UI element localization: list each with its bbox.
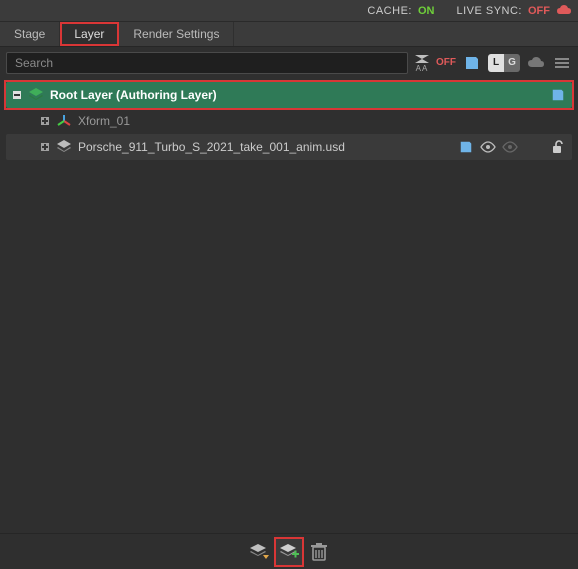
create-sublayer-button[interactable]: [276, 539, 302, 565]
layer-tree: Root Layer (Authoring Layer) Xform_01: [0, 78, 578, 533]
tree-item-porsche[interactable]: Porsche_911_Turbo_S_2021_take_001_anim.u…: [6, 134, 572, 160]
tab-render-settings[interactable]: Render Settings: [119, 22, 234, 46]
authoring-filter[interactable]: AA: [414, 53, 430, 73]
cache-status: ON: [418, 5, 435, 17]
tree-item-xform[interactable]: Xform_01: [6, 108, 572, 134]
tab-layer[interactable]: Layer: [60, 22, 119, 46]
save-icon[interactable]: [458, 139, 474, 155]
eye-dim-icon[interactable]: [502, 139, 518, 155]
status-bar: CACHE: ON LIVE SYNC: OFF: [0, 0, 578, 22]
xform-axis-icon: [56, 113, 72, 129]
bottom-toolbar: [0, 533, 578, 569]
xform-label: Xform_01: [78, 114, 130, 128]
expand-icon[interactable]: [40, 142, 50, 152]
collapse-icon[interactable]: [12, 90, 22, 100]
delete-layer-button[interactable]: [306, 539, 332, 565]
livesync-status: OFF: [528, 5, 550, 17]
livesync-label: LIVE SYNC:: [456, 5, 522, 17]
tree-empty-area: [6, 160, 572, 527]
save-icon[interactable]: [550, 87, 566, 103]
cloud-sync-icon[interactable]: [556, 5, 572, 17]
tab-bar: Stage Layer Render Settings: [0, 22, 578, 46]
search-input[interactable]: [6, 52, 408, 74]
layer-toolbar: AA OFF L G: [0, 46, 578, 78]
layers-icon: [28, 87, 44, 103]
lock-open-icon[interactable]: [550, 139, 566, 155]
cache-label: CACHE:: [367, 5, 412, 17]
cloud-icon[interactable]: [526, 53, 546, 73]
layers-icon: [56, 139, 72, 155]
options-menu-icon[interactable]: [552, 53, 572, 73]
tab-stage[interactable]: Stage: [0, 22, 60, 46]
import-layer-button[interactable]: [246, 539, 272, 565]
save-all-button[interactable]: [462, 53, 482, 73]
search-wrap: [6, 52, 408, 74]
expand-icon[interactable]: [40, 116, 50, 126]
porsche-label: Porsche_911_Turbo_S_2021_take_001_anim.u…: [78, 140, 345, 154]
local-global-toggle[interactable]: L G: [488, 54, 520, 72]
eye-visible-icon[interactable]: [480, 139, 496, 155]
filter-off-label: OFF: [436, 57, 456, 68]
tree-root-layer[interactable]: Root Layer (Authoring Layer): [6, 82, 572, 108]
root-layer-label: Root Layer (Authoring Layer): [50, 88, 217, 102]
